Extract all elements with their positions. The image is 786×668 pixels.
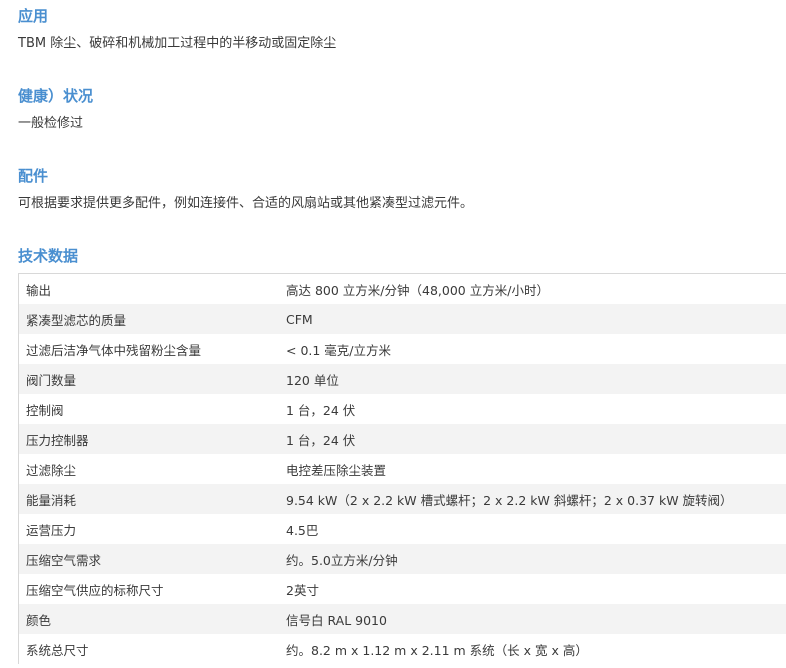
spec-value: 1 台，24 伏: [279, 394, 786, 424]
spec-label: 系统总尺寸: [18, 634, 279, 664]
table-row: 过滤后洁净气体中残留粉尘含量 < 0.1 毫克/立方米: [18, 334, 786, 364]
spec-label: 能量消耗: [18, 484, 279, 514]
spec-value: 信号白 RAL 9010: [279, 604, 786, 634]
spec-value: 4.5巴: [279, 514, 786, 544]
technical-data-table-body: 输出 高达 800 立方米/分钟（48,000 立方米/小时） 紧凑型滤芯的质量 CF…: [18, 273, 786, 664]
spec-label: 控制阀: [18, 394, 279, 424]
table-row: 过滤除尘 电控差压除尘装置: [18, 454, 786, 484]
health-status-heading: 健康）状况: [18, 87, 94, 105]
table-row: 颜色 信号白 RAL 9010: [18, 604, 786, 634]
application-text: TBM 除尘、破碎和机械加工过程中的半移动或固定除尘: [18, 36, 337, 51]
table-row: 压缩空气需求 约。5.0立方米/分钟: [18, 544, 786, 574]
spec-label: 输出: [18, 273, 279, 304]
spec-value: 2英寸: [279, 574, 786, 604]
accessories-heading: 配件: [18, 167, 49, 185]
spec-value: 约。8.2 m x 1.12 m x 2.11 m 系统（长 x 宽 x 高）: [279, 634, 786, 664]
spec-label: 过滤后洁净气体中残留粉尘含量: [18, 334, 279, 364]
application-heading: 应用: [18, 7, 49, 25]
table-row: 运营压力 4.5巴: [18, 514, 786, 544]
spec-label: 过滤除尘: [18, 454, 279, 484]
technical-data-heading: 技术数据: [18, 247, 79, 265]
table-row: 系统总尺寸 约。8.2 m x 1.12 m x 2.11 m 系统（长 x 宽 …: [18, 634, 786, 664]
spec-value: 120 单位: [279, 364, 786, 394]
table-row: 紧凑型滤芯的质量 CFM: [18, 304, 786, 334]
table-row: 输出 高达 800 立方米/分钟（48,000 立方米/小时）: [18, 273, 786, 304]
table-row: 压缩空气供应的标称尺寸 2英寸: [18, 574, 786, 604]
spec-value: CFM: [279, 304, 786, 334]
spec-value: 高达 800 立方米/分钟（48,000 立方米/小时）: [279, 273, 786, 304]
table-row: 能量消耗 9.54 kW（2 x 2.2 kW 槽式螺杆；2 x 2.2 kW 斜…: [18, 484, 786, 514]
table-row: 压力控制器 1 台，24 伏: [18, 424, 786, 454]
spec-value: 电控差压除尘装置: [279, 454, 786, 484]
accessories-text: 可根据要求提供更多配件，例如连接件、合适的风扇站或其他紧凑型过滤元件。: [18, 196, 474, 211]
table-row: 阀门数量 120 单位: [18, 364, 786, 394]
spec-value: < 0.1 毫克/立方米: [279, 334, 786, 364]
spec-label: 压缩空气需求: [18, 544, 279, 574]
technical-data-table: 输出 高达 800 立方米/分钟（48,000 立方米/小时） 紧凑型滤芯的质量 CF…: [18, 273, 786, 664]
spec-label: 紧凑型滤芯的质量: [18, 304, 279, 334]
spec-value: 1 台，24 伏: [279, 424, 786, 454]
spec-label: 压缩空气供应的标称尺寸: [18, 574, 279, 604]
spec-label: 阀门数量: [18, 364, 279, 394]
table-row: 控制阀 1 台，24 伏: [18, 394, 786, 424]
health-status-text: 一般检修过: [18, 116, 84, 131]
spec-value: 约。5.0立方米/分钟: [279, 544, 786, 574]
spec-label: 运营压力: [18, 514, 279, 544]
spec-label: 压力控制器: [18, 424, 279, 454]
spec-value: 9.54 kW（2 x 2.2 kW 槽式螺杆；2 x 2.2 kW 斜螺杆；2…: [279, 484, 786, 514]
spec-label: 颜色: [18, 604, 279, 634]
